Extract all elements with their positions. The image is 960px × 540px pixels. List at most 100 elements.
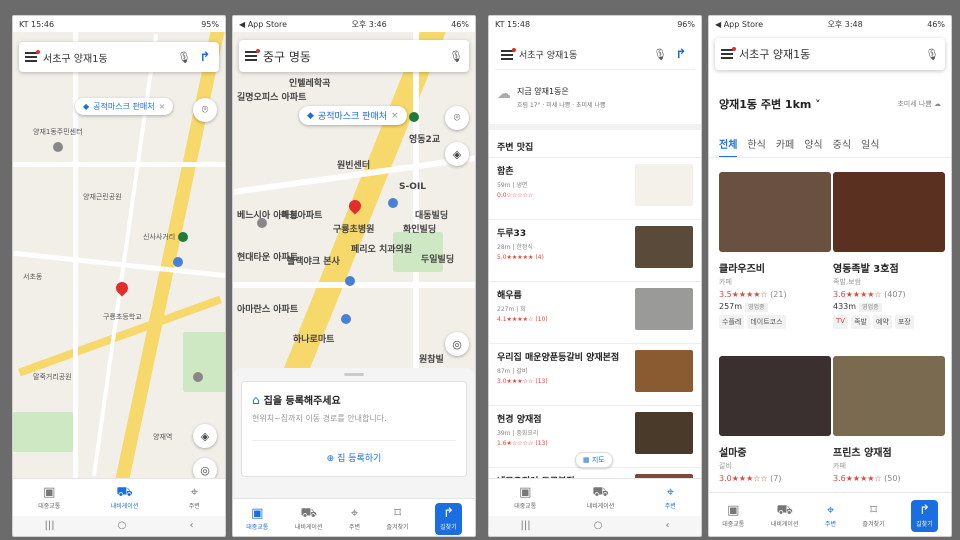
recents-icon[interactable]: ||| <box>45 520 55 531</box>
back-icon[interactable]: ‹ <box>665 520 669 531</box>
map-label: S-OIL <box>399 182 426 192</box>
tab-favorites[interactable]: ⌑ 즐겨찾기 <box>863 504 885 528</box>
map-toggle-button[interactable]: ▦ 지도 <box>575 452 613 468</box>
tab-favorites[interactable]: ⌑ 즐겨찾기 <box>387 507 409 531</box>
search-text[interactable]: 서초구 양재1동 <box>43 50 171 65</box>
restaurant-card[interactable]: 클라우즈비 카페 3.5★★★★☆ (21) 257m 영업중 수플레 데이트코스 <box>719 172 831 329</box>
tab-navigation[interactable]: ⛟ 내비게이션 <box>111 486 139 510</box>
location-pin-button[interactable]: ⌾ <box>193 98 217 122</box>
search-text[interactable]: 서초구 양재1동 <box>739 46 919 62</box>
search-bar[interactable]: 중구 명동 🎙 <box>239 40 469 72</box>
tab-nearby[interactable]: ⌖ 주변 <box>665 486 676 510</box>
bus-icon: ▣ <box>727 502 740 518</box>
my-location-button[interactable]: ◎ <box>193 458 217 478</box>
restaurant-rating: 1.6★☆☆☆☆ (13) <box>497 440 548 447</box>
category-tab[interactable]: 한식 <box>747 136 765 151</box>
back-icon[interactable]: ‹ <box>189 520 193 531</box>
tab-nearby[interactable]: ⌖ 주변 <box>349 507 360 531</box>
directions-icon[interactable]: ↱ <box>673 47 689 63</box>
map-view[interactable]: 길명오피스 아파트 인텔레학곡 원빈센터 S-OIL 영동2교 구룡초병원 페리… <box>233 32 475 382</box>
restaurant-meta: 59m | 냉면 <box>497 182 528 189</box>
map-label: 양재1동주민센터 <box>33 128 83 136</box>
map-icon: ▦ <box>583 456 592 464</box>
map-label: 영동2교 <box>409 135 441 145</box>
close-icon[interactable]: × <box>391 111 399 121</box>
restaurant-rating: 0.0☆☆☆☆☆ <box>497 192 534 199</box>
tab-directions[interactable]: ↱ 길찾기 <box>911 499 938 532</box>
category-tab[interactable]: 양식 <box>804 136 822 151</box>
category-tab[interactable]: 일식 <box>861 136 879 151</box>
map-label: 페리오 치과의원 <box>351 245 413 255</box>
restaurant-grid: 클라우즈비 카페 3.5★★★★☆ (21) 257m 영업중 수플레 데이트코스 영동족발 … <box>709 172 951 494</box>
restaurant-list-item[interactable]: 네모오징어 도곡본점 <box>489 467 701 478</box>
status-battery: 46% <box>451 19 469 29</box>
my-location-button[interactable]: ◎ <box>445 332 469 356</box>
search-text[interactable]: 서초구 양재1동 <box>519 48 647 61</box>
map-label: 원빈센터 <box>337 161 371 171</box>
status-back[interactable]: ◀ App Store <box>239 20 287 29</box>
tab-transit[interactable]: ▣ 대중교통 <box>38 486 60 510</box>
mask-store-chip[interactable]: ◆ 공적마스크 판매처 × <box>75 98 174 115</box>
tab-navigation[interactable]: ⛟ 내비게이션 <box>771 504 799 528</box>
restaurant-photo <box>719 172 831 252</box>
restaurant-list-item[interactable]: 함촌 59m | 냉면 0.0☆☆☆☆☆ <box>489 157 701 219</box>
tab-transit[interactable]: ▣ 대중교통 <box>514 486 536 510</box>
map-label: 화인빌딩 <box>403 225 437 235</box>
category-tab[interactable]: 중식 <box>833 136 851 151</box>
layers-button[interactable]: ◈ <box>445 142 469 166</box>
status-battery: 95% <box>201 19 219 29</box>
search-bar[interactable]: 서초구 양재1동 🎙 <box>715 38 945 70</box>
tab-nearby[interactable]: ⌖ 주변 <box>189 486 200 510</box>
recents-icon[interactable]: ||| <box>521 520 531 531</box>
search-bar[interactable]: 서초구 양재1동 🎙 ↱ <box>19 42 219 72</box>
tab-transit[interactable]: ▣ 대중교통 <box>246 507 268 531</box>
search-bar[interactable]: 서초구 양재1동 🎙 ↱ <box>495 40 695 70</box>
open-status-badge: 영업중 <box>859 303 882 312</box>
home-icon[interactable]: ○ <box>594 520 603 531</box>
close-icon[interactable]: × <box>159 102 166 111</box>
status-time: 오후 3:46 <box>351 19 387 29</box>
chip-label: 공적마스크 판매처 <box>317 112 388 122</box>
restaurant-card[interactable]: 프린츠 양재점 카페 3.6★★★★☆ (50) <box>833 356 945 483</box>
restaurant-type: 갈비 <box>719 462 732 470</box>
weather-row: ☁ 지금 양재1동은 흐림 17° · 미세 나쁨 · 초미세 나쁨 <box>489 80 701 130</box>
mic-icon[interactable]: 🎙 <box>653 48 667 61</box>
tab-navigation[interactable]: ⛟ 내비게이션 <box>295 507 323 531</box>
register-home-button[interactable]: ⊕ 집 등록하기 <box>252 440 456 464</box>
cloud-icon: ☁ <box>497 86 511 102</box>
map-label: 블랙야크 본사 <box>287 257 340 267</box>
tag-list: TV 족발 예약 포장 <box>833 315 945 329</box>
location-pin-button[interactable]: ⌾ <box>445 106 469 130</box>
nearby-title[interactable]: 양재1동 주변 1km ˅ <box>719 96 821 112</box>
restaurant-list-item[interactable]: 해우름 227m | 회 4.1★★★★☆ (10) <box>489 281 701 343</box>
restaurant-list-item[interactable]: 우리집 매운양푼등갈비 양재본점 87m | 갈비 3.0★★★☆☆ (13) <box>489 343 701 405</box>
tab-transit[interactable]: ▣ 대중교통 <box>722 504 744 528</box>
category-tab[interactable]: 전체 <box>719 136 738 157</box>
directions-icon[interactable]: ↱ <box>197 49 213 65</box>
tab-navigation[interactable]: ⛟ 내비게이션 <box>587 486 615 510</box>
category-tab[interactable]: 카페 <box>776 136 794 151</box>
search-text[interactable]: 중구 명동 <box>263 48 443 65</box>
restaurant-list-item[interactable]: 두루33 28m | 한정식 5.0★★★★★ (4) <box>489 219 701 281</box>
tab-directions[interactable]: ↱ 길찾기 <box>435 502 462 535</box>
menu-icon[interactable] <box>245 49 260 61</box>
restaurant-rating: 3.6★★★★☆ (50) <box>833 474 901 483</box>
mic-icon[interactable]: 🎙 <box>449 50 463 63</box>
layers-button[interactable]: ◈ <box>193 424 217 448</box>
map-label: 구룡초병원 <box>333 225 375 235</box>
map-view[interactable]: 양재1동주민센터 양재근린공원 구룡초등학교 말죽거리공원 신사사거리 서초동 … <box>13 32 225 478</box>
restaurant-card[interactable]: 영동족발 3호점 족발,보쌈 3.6★★★★☆ (407) 433m 영업중 TV 족발 예약… <box>833 172 945 329</box>
mask-store-chip[interactable]: ◆ 공적마스크 판매처 × <box>299 106 407 125</box>
menu-icon[interactable] <box>501 47 516 60</box>
menu-icon[interactable] <box>25 50 40 62</box>
status-back[interactable]: ◀ App Store <box>715 20 763 29</box>
mic-icon[interactable]: 🎙 <box>177 51 191 64</box>
home-icon: ⌂ <box>252 392 260 407</box>
tab-nearby[interactable]: ⌖ 주변 <box>825 504 836 528</box>
restaurant-card[interactable]: 설마중 갈비 3.0★★★☆☆ (7) <box>719 356 831 483</box>
mic-icon[interactable]: 🎙 <box>925 48 939 61</box>
card-title: 집을 등록해주세요 <box>263 396 341 407</box>
restaurant-thumbnail <box>635 226 693 268</box>
menu-icon[interactable] <box>721 47 736 59</box>
home-icon[interactable]: ○ <box>118 520 127 531</box>
